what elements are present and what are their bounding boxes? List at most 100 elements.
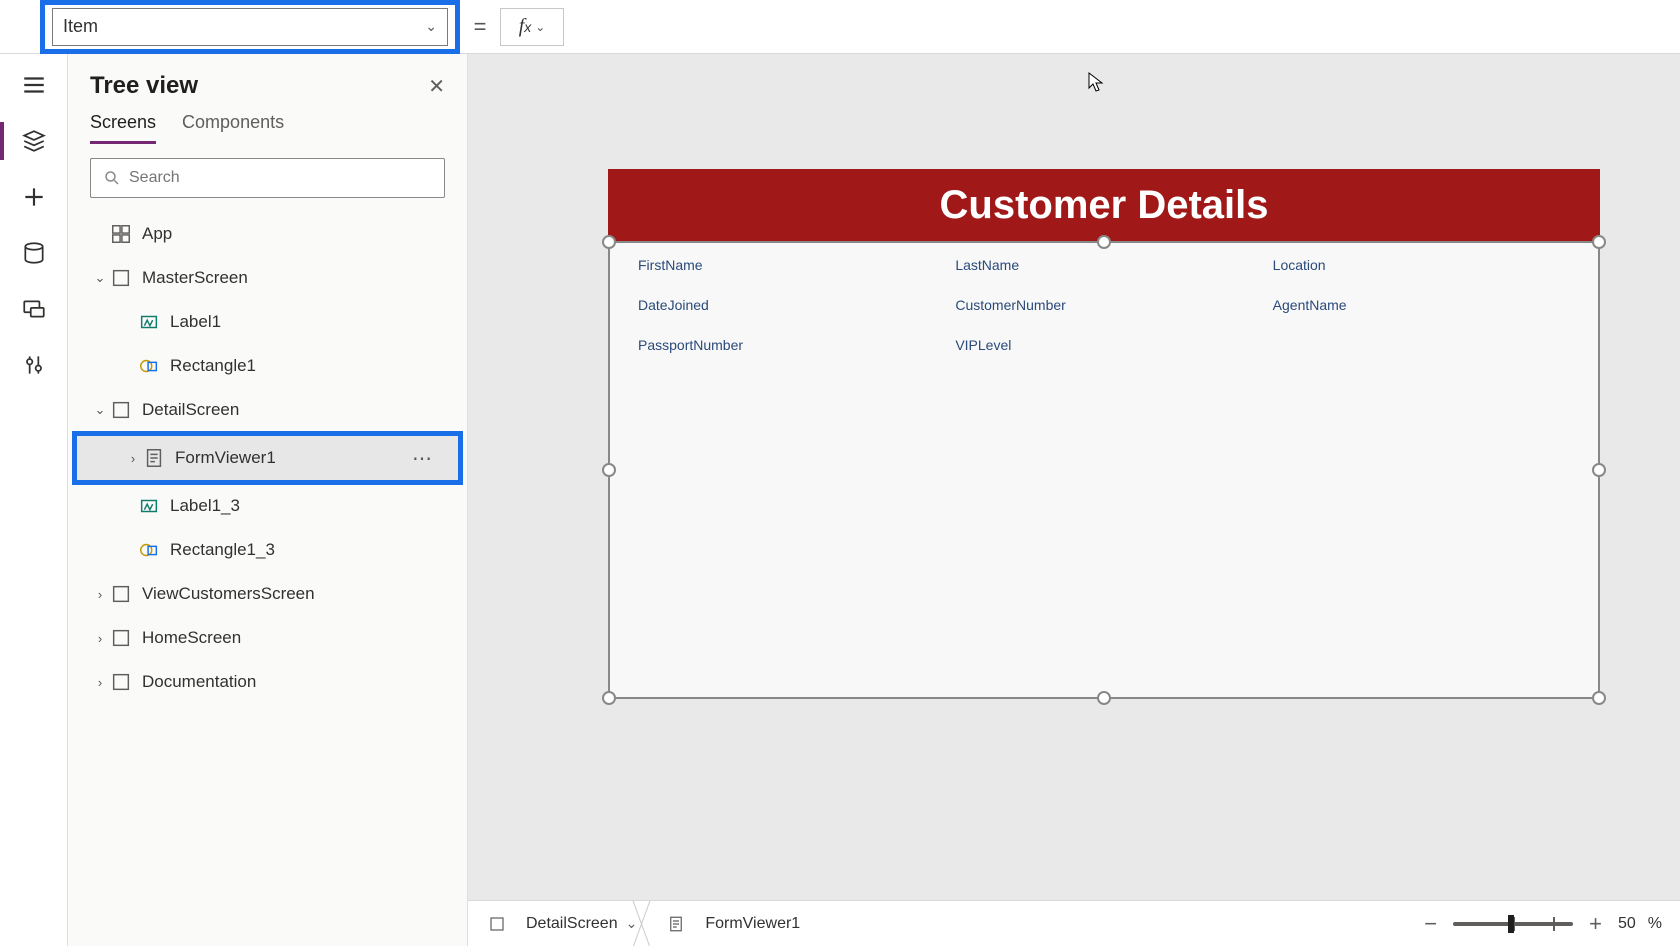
shape-icon — [138, 539, 160, 561]
tree-node-detailscreen[interactable]: ⌄ DetailScreen — [72, 388, 463, 432]
panel-title: Tree view — [90, 72, 198, 100]
chevron-right-icon: › — [90, 631, 110, 646]
status-bar: DetailScreen ⌄ FormViewer1 − + 50 % — [468, 900, 1680, 946]
resize-handle[interactable] — [1097, 691, 1111, 705]
tree-node-homescreen[interactable]: › HomeScreen — [72, 616, 463, 660]
resize-handle[interactable] — [602, 463, 616, 477]
tree-node-documentation[interactable]: › Documentation — [72, 660, 463, 704]
canvas-title: Customer Details — [940, 183, 1269, 228]
tree-label: Label1 — [170, 312, 221, 332]
breadcrumb-control[interactable]: FormViewer1 — [665, 901, 816, 946]
breadcrumb-separator — [641, 901, 665, 946]
tree-label: Documentation — [142, 672, 256, 692]
field-passportnumber[interactable]: PassportNumber — [638, 337, 935, 353]
screen-icon — [110, 627, 132, 649]
tree-label: Label1_3 — [170, 496, 240, 516]
canvas-stage: Customer Details FirstName LastName Loca… — [608, 169, 1600, 699]
tree-list: ▾ App ⌄ MasterScreen ▸ Label1 ▸ Rectangl… — [68, 212, 467, 946]
tree-label: DetailScreen — [142, 400, 239, 420]
resize-handle[interactable] — [1592, 463, 1606, 477]
slider-tick — [1553, 917, 1555, 931]
shape-icon — [138, 355, 160, 377]
equals-label: = — [460, 14, 500, 40]
cursor-icon — [1088, 72, 1104, 92]
tree-node-app[interactable]: ▾ App — [72, 212, 463, 256]
chevron-down-icon: ⌄ — [425, 18, 437, 35]
data-icon[interactable] — [21, 240, 47, 266]
zoom-value: 50 — [1618, 915, 1636, 933]
breadcrumb-screen-label: DetailScreen — [526, 915, 618, 933]
chevron-down-icon: ⌄ — [90, 402, 110, 418]
search-input[interactable] — [129, 169, 432, 187]
hamburger-icon[interactable] — [21, 72, 47, 98]
zoom-slider[interactable] — [1453, 922, 1573, 926]
tree-node-viewcustomers[interactable]: › ViewCustomersScreen — [72, 572, 463, 616]
tree-label: HomeScreen — [142, 628, 241, 648]
formviewer-canvas[interactable]: FirstName LastName Location DateJoined C… — [608, 241, 1600, 699]
zoom-in-button[interactable]: + — [1585, 911, 1606, 937]
media-icon[interactable] — [21, 296, 47, 322]
tree-view-icon[interactable] — [21, 128, 47, 154]
tree-node-masterscreen[interactable]: ⌄ MasterScreen — [72, 256, 463, 300]
property-dropdown-value: Item — [63, 16, 98, 37]
screen-icon — [486, 913, 508, 935]
zoom-control: − + 50 % — [1420, 911, 1662, 937]
label-icon — [138, 311, 160, 333]
field-datejoined[interactable]: DateJoined — [638, 297, 935, 313]
field-agentname[interactable]: AgentName — [1273, 297, 1570, 313]
formula-input[interactable] — [574, 8, 1680, 46]
form-icon — [143, 447, 165, 469]
insert-icon[interactable] — [21, 184, 47, 210]
tree-node-selected-highlight: › FormViewer1 ⋯ — [72, 431, 463, 485]
tab-components[interactable]: Components — [182, 112, 284, 144]
tree-node-label1[interactable]: ▸ Label1 — [72, 300, 463, 344]
resize-handle[interactable] — [602, 235, 616, 249]
field-firstname[interactable]: FirstName — [638, 257, 935, 273]
chevron-down-icon: ⌄ — [626, 915, 638, 932]
main-area: Tree view ✕ Screens Components ▾ App ⌄ M… — [0, 54, 1680, 946]
tree-label: ViewCustomersScreen — [142, 584, 315, 604]
panel-tabs: Screens Components — [68, 106, 467, 144]
property-dropdown-highlight: Item ⌄ — [40, 0, 460, 54]
resize-handle[interactable] — [1592, 235, 1606, 249]
search-icon — [103, 169, 121, 187]
zoom-suffix: % — [1648, 915, 1662, 933]
tree-label: Rectangle1_3 — [170, 540, 275, 560]
resize-handle[interactable] — [602, 691, 616, 705]
formula-bar-row: Item ⌄ = fx ⌄ — [0, 0, 1680, 54]
fx-icon: fx — [519, 15, 532, 38]
property-dropdown[interactable]: Item ⌄ — [52, 8, 448, 46]
form-fields: FirstName LastName Location DateJoined C… — [610, 243, 1598, 367]
field-viplevel[interactable]: VIPLevel — [955, 337, 1252, 353]
canvas-title-bar: Customer Details — [608, 169, 1600, 241]
breadcrumb-screen[interactable]: DetailScreen ⌄ — [486, 901, 653, 946]
slider-thumb[interactable] — [1508, 915, 1514, 933]
zoom-out-button[interactable]: − — [1420, 911, 1441, 937]
tree-node-formviewer1[interactable]: › FormViewer1 ⋯ — [77, 436, 458, 480]
field-customernumber[interactable]: CustomerNumber — [955, 297, 1252, 313]
screen-icon — [110, 671, 132, 693]
field-location[interactable]: Location — [1273, 257, 1570, 273]
resize-handle[interactable] — [1097, 235, 1111, 249]
app-icon — [110, 223, 132, 245]
search-input-wrap[interactable] — [90, 158, 445, 198]
tree-label: FormViewer1 — [175, 448, 276, 468]
close-icon[interactable]: ✕ — [428, 74, 445, 99]
chevron-down-icon: ⌄ — [90, 270, 110, 286]
form-icon — [665, 913, 687, 935]
tree-panel: Tree view ✕ Screens Components ▾ App ⌄ M… — [68, 54, 468, 946]
breadcrumb-control-label: FormViewer1 — [705, 915, 800, 933]
label-icon — [138, 495, 160, 517]
screen-icon — [110, 267, 132, 289]
tree-node-rectangle1[interactable]: ▸ Rectangle1 — [72, 344, 463, 388]
fx-button[interactable]: fx ⌄ — [500, 8, 564, 46]
more-icon[interactable]: ⋯ — [412, 446, 434, 471]
field-lastname[interactable]: LastName — [955, 257, 1252, 273]
tab-screens[interactable]: Screens — [90, 112, 156, 144]
chevron-right-icon: › — [123, 451, 143, 466]
tree-node-rectangle1-3[interactable]: ▸ Rectangle1_3 — [72, 528, 463, 572]
resize-handle[interactable] — [1592, 691, 1606, 705]
tree-node-label1-3[interactable]: ▸ Label1_3 — [72, 484, 463, 528]
canvas-area[interactable]: Customer Details FirstName LastName Loca… — [468, 54, 1680, 946]
advanced-tools-icon[interactable] — [21, 352, 47, 378]
